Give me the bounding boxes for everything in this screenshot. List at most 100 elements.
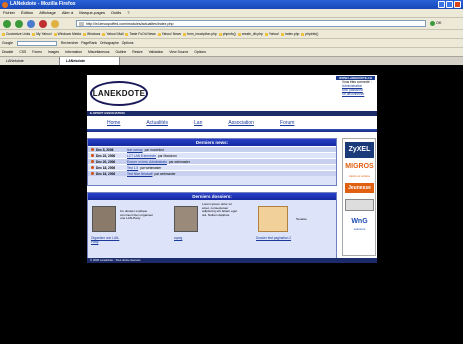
- menu-aller[interactable]: Aller à: [62, 9, 73, 17]
- menu-marque-pages[interactable]: Marque-pages: [79, 9, 105, 17]
- wd-css[interactable]: CSS: [19, 48, 26, 56]
- dossier-thumbnail[interactable]: [92, 206, 116, 232]
- dossier-thumbnail[interactable]: [174, 206, 198, 232]
- nav-actualites[interactable]: Actualités: [146, 120, 168, 126]
- navigation-toolbar: http://lnl.lenoopoffed.com/modules/actua…: [0, 17, 463, 29]
- nav-lan[interactable]: Lan: [194, 120, 202, 126]
- menu-help[interactable]: ?: [127, 9, 129, 17]
- sponsor-migros[interactable]: MIGROS: [345, 161, 374, 173]
- bookmark-item[interactable]: create_db.php: [238, 30, 263, 38]
- google-label[interactable]: Google: [2, 41, 13, 45]
- dossier-text: Testette: [296, 217, 307, 221]
- news-date: Dec 16, 2006: [96, 171, 116, 176]
- bookmark-item[interactable]: phpinfo(): [301, 30, 318, 38]
- bookmark-item[interactable]: Yahoo!: [265, 30, 279, 38]
- bookmark-item[interactable]: form_inscription.php: [183, 30, 217, 38]
- url-text: http://lnl.lenoopoffed.com/modules/actua…: [86, 22, 174, 26]
- news-link[interactable]: Test 1.5: [127, 166, 138, 170]
- bookmark-item[interactable]: My Yahoo!: [32, 30, 51, 38]
- sponsor-zyxel[interactable]: ZyXEL: [345, 142, 374, 158]
- wd-validation[interactable]: Validation: [149, 48, 164, 56]
- news-date: Dec 22, 2006: [96, 153, 116, 158]
- dossier-link[interactable]: Dossier test pagination 2: [256, 236, 316, 240]
- news-link[interactable]: Test Nice Newsaff: [127, 172, 152, 176]
- sponsor-migros-tagline: loisirs et culture: [349, 174, 370, 178]
- sponsor-jeunesse[interactable]: Jeunesse: [345, 183, 374, 193]
- address-bar[interactable]: http://lnl.lenoopoffed.com/modules/actua…: [76, 20, 426, 27]
- bookmarks-toolbar: Customize Links My Yahoo! Windows Media …: [0, 29, 463, 38]
- bookmark-item[interactable]: Taste FoOd News: [125, 30, 155, 38]
- menu-bar: Fichier Édition Affichage Aller à Marque…: [0, 9, 463, 17]
- bookmark-item[interactable]: phpinfo(): [219, 30, 236, 38]
- go-label: OK: [436, 21, 442, 25]
- news-author: par webmaster: [154, 171, 176, 176]
- news-row: Dec 16, 2006 Test Nice Newsaff par webmast…: [88, 170, 336, 176]
- forward-icon[interactable]: [15, 20, 23, 28]
- go-icon: [430, 20, 435, 26]
- news-date: Dec 5, 2006: [96, 147, 114, 152]
- spellcheck-button[interactable]: Orthographe: [100, 41, 119, 45]
- dossier-link[interactable]: zqzzg: [174, 236, 182, 240]
- wd-disable[interactable]: Disable: [2, 48, 13, 56]
- bookmark-item[interactable]: Yahoo! Mail: [102, 30, 123, 38]
- sponsor-column: ZyXEL MIGROS loisirs et culture Jeunesse…: [342, 138, 376, 256]
- maximize-button[interactable]: [446, 1, 453, 8]
- news-link[interactable]: LCT LAN 8 terminée: [127, 154, 156, 158]
- dossier-link[interactable]: Organiser une LAN-Party: [91, 236, 125, 244]
- dossier-text: Ce dossier explique comment bien organis…: [120, 209, 154, 221]
- dossier-text: Lorem ipsum dolor sit amet, consectetuer…: [202, 202, 238, 218]
- login-panel: Vous êtes connecté : Administration Mon …: [342, 80, 372, 96]
- close-button[interactable]: [454, 1, 461, 8]
- nav-forum[interactable]: Forum: [280, 120, 294, 126]
- browser-window: LANekdote - Mozilla Firefox Fichier Édit…: [0, 0, 463, 344]
- logout-link[interactable]: Se déconnecter: [342, 92, 372, 96]
- pagerank-label: PageRank: [81, 41, 98, 45]
- dossier-thumbnail[interactable]: [258, 206, 288, 232]
- stop-icon[interactable]: [39, 20, 47, 28]
- site-logo[interactable]: LANEKDOTE: [90, 81, 148, 106]
- bookmark-item[interactable]: Customize Links: [2, 30, 30, 38]
- firefox-icon: [2, 1, 8, 8]
- window-title: LANekdote - Mozilla Firefox: [10, 1, 76, 7]
- wd-forms[interactable]: Forms: [32, 48, 42, 56]
- google-toolbar: Google Rechercher PageRank Orthographe O…: [0, 38, 463, 47]
- sponsor-wng-tagline: solutions: [353, 227, 366, 231]
- news-link[interactable]: Encore un test, Administrato: [127, 160, 167, 164]
- news-author: par Madorom: [158, 153, 177, 158]
- bullet-icon: [91, 160, 94, 163]
- bullet-icon: [91, 166, 94, 169]
- menu-outils[interactable]: Outils: [111, 9, 121, 17]
- dossiers-title: Derniers dossiers:: [88, 193, 336, 200]
- search-button[interactable]: Rechercher: [61, 41, 79, 45]
- news-box: Derniers news: Dec 5, 2006 test ovmap par …: [87, 138, 337, 186]
- nav-association[interactable]: Association: [228, 120, 254, 126]
- bullet-icon: [91, 172, 94, 175]
- menu-affichage[interactable]: Affichage: [39, 9, 56, 17]
- wd-resize[interactable]: Resize: [132, 48, 142, 56]
- site-footer: © 2006 Lanekdote - Tous droits réservés: [87, 258, 377, 263]
- wd-information[interactable]: Information: [65, 48, 82, 56]
- wd-misc[interactable]: Miscellaneous: [88, 48, 110, 56]
- sponsor-wng[interactable]: WnG: [345, 217, 374, 227]
- tab-strip: LANekdote LANekdote: [0, 56, 463, 66]
- menu-fichier[interactable]: Fichier: [3, 9, 15, 17]
- go-button[interactable]: OK: [430, 20, 442, 27]
- wd-images[interactable]: Images: [48, 48, 59, 56]
- wd-outline[interactable]: Outline: [116, 48, 127, 56]
- wd-options[interactable]: Options: [194, 48, 206, 56]
- google-search-input[interactable]: [16, 40, 57, 46]
- reload-icon[interactable]: [27, 20, 35, 28]
- options-button[interactable]: Options: [122, 41, 134, 45]
- bookmark-item[interactable]: index.php: [281, 30, 299, 38]
- wd-view-source[interactable]: View Source: [169, 48, 188, 56]
- bookmark-item[interactable]: Windows: [83, 30, 100, 38]
- minimize-button[interactable]: [438, 1, 445, 8]
- news-link[interactable]: test ovmap: [127, 148, 143, 152]
- bookmark-item[interactable]: Windows Media: [54, 30, 81, 38]
- menu-edition[interactable]: Édition: [21, 9, 33, 17]
- nav-home[interactable]: Home: [107, 120, 120, 126]
- home-icon[interactable]: [51, 20, 59, 28]
- nav-divider: [87, 129, 377, 132]
- bookmark-item[interactable]: Yahoo! News: [158, 30, 181, 38]
- back-icon[interactable]: [3, 20, 11, 28]
